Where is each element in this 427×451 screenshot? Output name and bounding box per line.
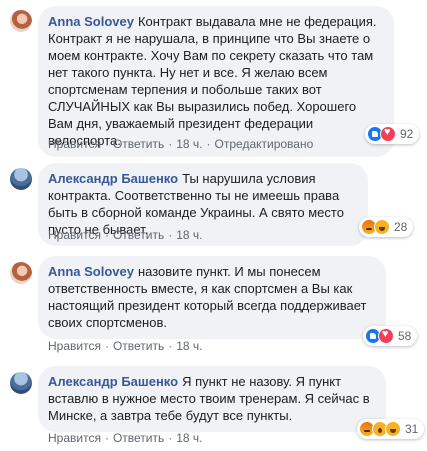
reaction-summary[interactable]: 28 [359, 217, 414, 237]
like-button[interactable]: Нравится [48, 339, 101, 353]
haha-icon [374, 219, 390, 235]
edited-label: Отредактировано [214, 137, 314, 151]
reply-button[interactable]: Ответить [113, 137, 164, 151]
comment-bubble: Anna Solovey назовите пункт. И мы понесем… [38, 256, 386, 339]
comment-text: Контракт выдавала мне не федерация. Конт… [48, 14, 377, 148]
avatar[interactable] [10, 372, 32, 394]
reaction-count: 31 [405, 422, 419, 436]
reaction-summary[interactable]: 31 [357, 419, 425, 439]
comment-time[interactable]: 18 ч. [176, 431, 202, 445]
reaction-count: 28 [394, 220, 408, 234]
love-icon [380, 126, 396, 142]
reaction-count: 58 [398, 329, 412, 343]
comment-author[interactable]: Anna Solovey [48, 264, 134, 279]
comment-actions: Нравится · Ответить · 18 ч. · Отредактировано [48, 137, 314, 151]
comment-time[interactable]: 18 ч. [176, 228, 202, 242]
like-button[interactable]: Нравится [48, 431, 101, 445]
comment-author[interactable]: Александр Башенко [48, 374, 178, 389]
reaction-count: 92 [400, 127, 414, 141]
avatar[interactable] [10, 262, 32, 284]
comment-time[interactable]: 18 ч. [176, 339, 202, 353]
comment-time[interactable]: 18 ч. [176, 137, 202, 151]
reply-button[interactable]: Ответить [113, 228, 164, 242]
comment-author[interactable]: Александр Башенко [48, 171, 178, 186]
avatar[interactable] [10, 168, 32, 190]
reaction-summary[interactable]: 58 [363, 326, 418, 346]
comment-actions: Нравится · Ответить · 18 ч. [48, 339, 203, 353]
avatar[interactable] [10, 10, 32, 32]
like-button[interactable]: Нравится [48, 228, 101, 242]
comment-actions: Нравится · Ответить · 18 ч. [48, 431, 203, 445]
reply-button[interactable]: Ответить [113, 339, 164, 353]
comment-actions: Нравится · Ответить · 18 ч. [48, 228, 203, 242]
reaction-summary[interactable]: 92 [365, 124, 420, 144]
like-button[interactable]: Нравится [48, 137, 101, 151]
comment-author[interactable]: Anna Solovey [48, 14, 134, 29]
comment-bubble: Anna Solovey Контракт выдавала мне не фед… [38, 6, 394, 157]
haha-icon [385, 421, 401, 437]
comment-bubble: Александр Башенко Я пункт не назову. Я пу… [38, 366, 386, 432]
love-icon [378, 328, 394, 344]
reply-button[interactable]: Ответить [113, 431, 164, 445]
